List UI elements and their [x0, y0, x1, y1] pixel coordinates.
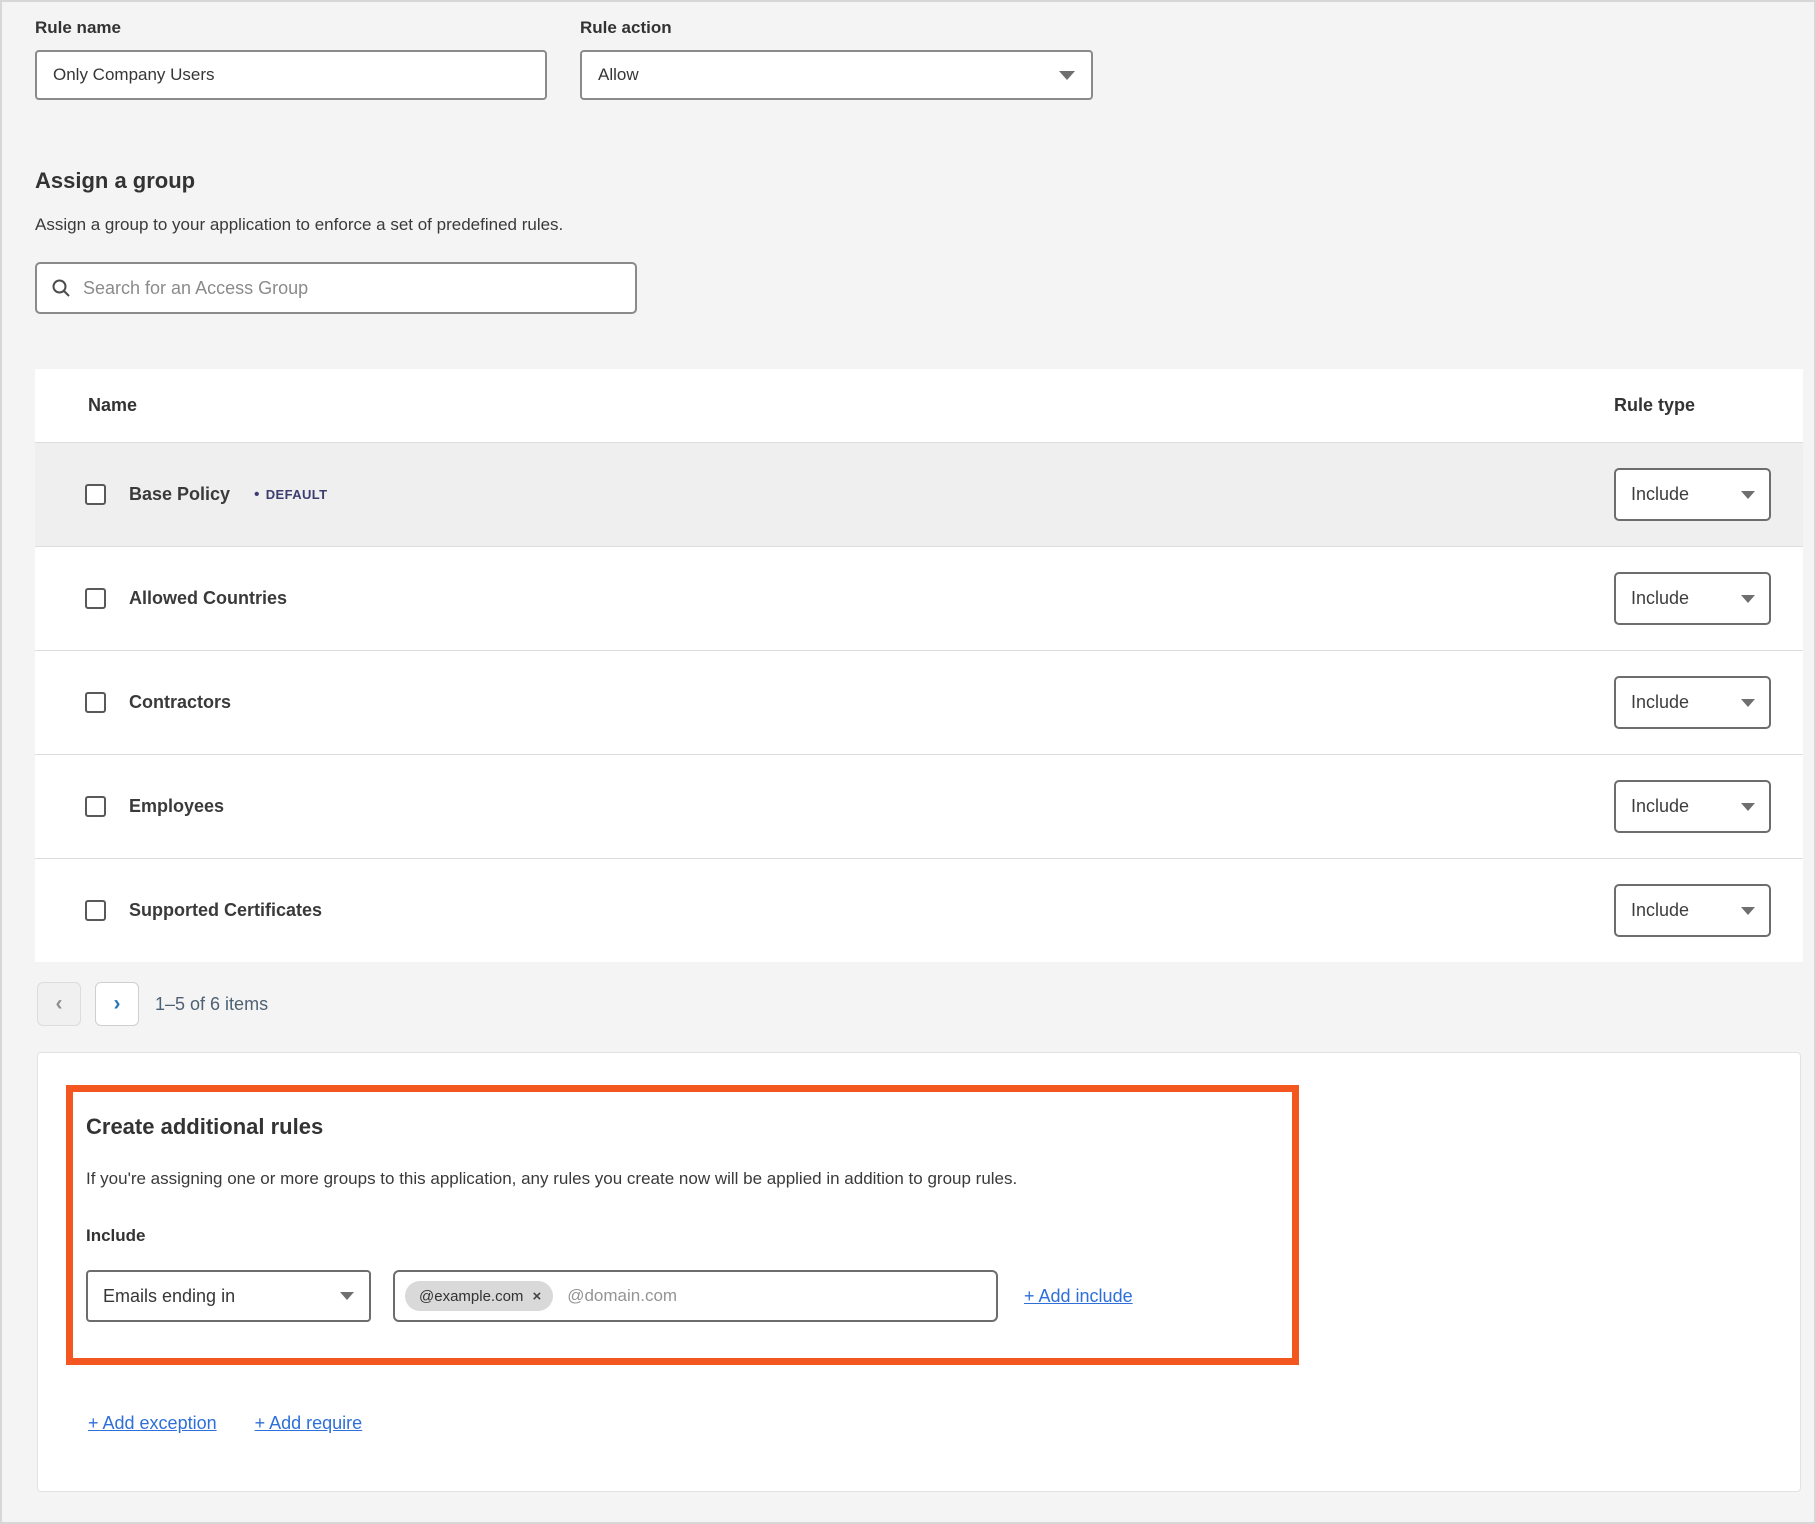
- row-checkbox[interactable]: [85, 796, 106, 817]
- table-row: Employees Include: [35, 754, 1803, 858]
- column-header-rule-type: Rule type: [1614, 395, 1787, 416]
- row-label-group: Employees: [85, 796, 224, 817]
- dropdown-arrow-icon: [1741, 803, 1755, 811]
- row-checkbox[interactable]: [85, 484, 106, 505]
- email-domain-chip: @example.com ×: [405, 1281, 553, 1311]
- row-checkbox[interactable]: [85, 588, 106, 609]
- search-icon: [51, 278, 71, 298]
- chevron-right-icon: ›: [114, 992, 121, 1016]
- pagination: ‹ › 1–5 of 6 items: [37, 982, 1816, 1026]
- additional-rules-card: Create additional rules If you're assign…: [37, 1052, 1801, 1492]
- rule-links-row: + Add exception + Add require: [88, 1413, 1800, 1434]
- access-group-search[interactable]: [35, 262, 637, 314]
- row-checkbox[interactable]: [85, 900, 106, 921]
- group-name: Employees: [129, 796, 224, 817]
- next-page-button[interactable]: ›: [95, 982, 139, 1026]
- rule-type-value: Include: [1631, 900, 1689, 921]
- highlighted-region: Create additional rules If you're assign…: [66, 1085, 1299, 1365]
- rule-type-value: Include: [1631, 796, 1689, 817]
- default-badge: •DEFAULT: [254, 486, 327, 503]
- assign-group-description: Assign a group to your application to en…: [35, 215, 1816, 235]
- policy-editor-page: Rule name Rule action Allow Assign a gro…: [0, 0, 1816, 1524]
- rule-type-value: Include: [1631, 588, 1689, 609]
- dropdown-arrow-icon: [1741, 595, 1755, 603]
- dropdown-arrow-icon: [340, 1292, 354, 1300]
- rule-type-cell: Include: [1614, 780, 1787, 833]
- rule-type-select[interactable]: Include: [1614, 468, 1771, 521]
- row-label-group: Allowed Countries: [85, 588, 287, 609]
- table-row: Allowed Countries Include: [35, 546, 1803, 650]
- include-label: Include: [86, 1226, 1272, 1246]
- additional-rules-description: If you're assigning one or more groups t…: [86, 1169, 1272, 1189]
- rule-type-select[interactable]: Include: [1614, 676, 1771, 729]
- domain-text-input[interactable]: [567, 1286, 986, 1306]
- dropdown-arrow-icon: [1741, 491, 1755, 499]
- group-name: Allowed Countries: [129, 588, 287, 609]
- dropdown-arrow-icon: [1741, 699, 1755, 707]
- rule-name-label: Rule name: [35, 18, 547, 38]
- dropdown-arrow-icon: [1741, 907, 1755, 915]
- previous-page-button[interactable]: ‹: [37, 982, 81, 1026]
- rule-type-select[interactable]: Include: [1614, 884, 1771, 937]
- row-label-group: Contractors: [85, 692, 231, 713]
- include-rule-row: Emails ending in @example.com × + Add in…: [86, 1270, 1272, 1322]
- table-row: Base Policy •DEFAULT Include: [35, 442, 1803, 546]
- rule-type-cell: Include: [1614, 572, 1787, 625]
- search-input[interactable]: [83, 278, 621, 299]
- rule-type-select[interactable]: Include: [1614, 572, 1771, 625]
- assign-group-heading: Assign a group: [35, 168, 1816, 194]
- pagination-status: 1–5 of 6 items: [155, 994, 268, 1015]
- table-row: Contractors Include: [35, 650, 1803, 754]
- column-header-name: Name: [88, 395, 137, 416]
- table-header: Name Rule type: [35, 369, 1803, 442]
- rule-type-cell: Include: [1614, 884, 1787, 937]
- rule-name-field: Rule name: [35, 18, 547, 100]
- row-label-group: Base Policy •DEFAULT: [85, 484, 328, 505]
- chip-label: @example.com: [419, 1288, 523, 1305]
- group-name: Supported Certificates: [129, 900, 322, 921]
- row-checkbox[interactable]: [85, 692, 106, 713]
- add-exception-link[interactable]: + Add exception: [88, 1413, 217, 1434]
- rule-action-select[interactable]: Allow: [580, 50, 1093, 100]
- email-domains-input[interactable]: @example.com ×: [393, 1270, 998, 1322]
- rule-type-cell: Include: [1614, 676, 1787, 729]
- rule-criteria-select[interactable]: Emails ending in: [86, 1270, 371, 1322]
- additional-rules-heading: Create additional rules: [86, 1114, 1272, 1140]
- add-require-link[interactable]: + Add require: [255, 1413, 363, 1434]
- chevron-left-icon: ‹: [56, 992, 63, 1016]
- dropdown-arrow-icon: [1059, 71, 1075, 80]
- badge-dot-icon: •: [254, 486, 260, 503]
- rule-action-value: Allow: [598, 65, 639, 85]
- rule-action-field: Rule action Allow: [580, 18, 1093, 100]
- remove-chip-icon[interactable]: ×: [532, 1288, 541, 1305]
- rule-name-input[interactable]: [35, 50, 547, 100]
- row-label-group: Supported Certificates: [85, 900, 322, 921]
- rule-criteria-value: Emails ending in: [103, 1286, 235, 1307]
- rule-type-value: Include: [1631, 692, 1689, 713]
- group-name: Base Policy: [129, 484, 230, 505]
- rule-type-value: Include: [1631, 484, 1689, 505]
- rule-type-select[interactable]: Include: [1614, 780, 1771, 833]
- access-groups-table: Name Rule type Base Policy •DEFAULT Incl…: [35, 369, 1803, 962]
- table-row: Supported Certificates Include: [35, 858, 1803, 962]
- rule-form-row: Rule name Rule action Allow: [0, 18, 1816, 100]
- group-name: Contractors: [129, 692, 231, 713]
- add-include-link[interactable]: + Add include: [1024, 1286, 1133, 1307]
- rule-action-label: Rule action: [580, 18, 1093, 38]
- rule-type-cell: Include: [1614, 468, 1787, 521]
